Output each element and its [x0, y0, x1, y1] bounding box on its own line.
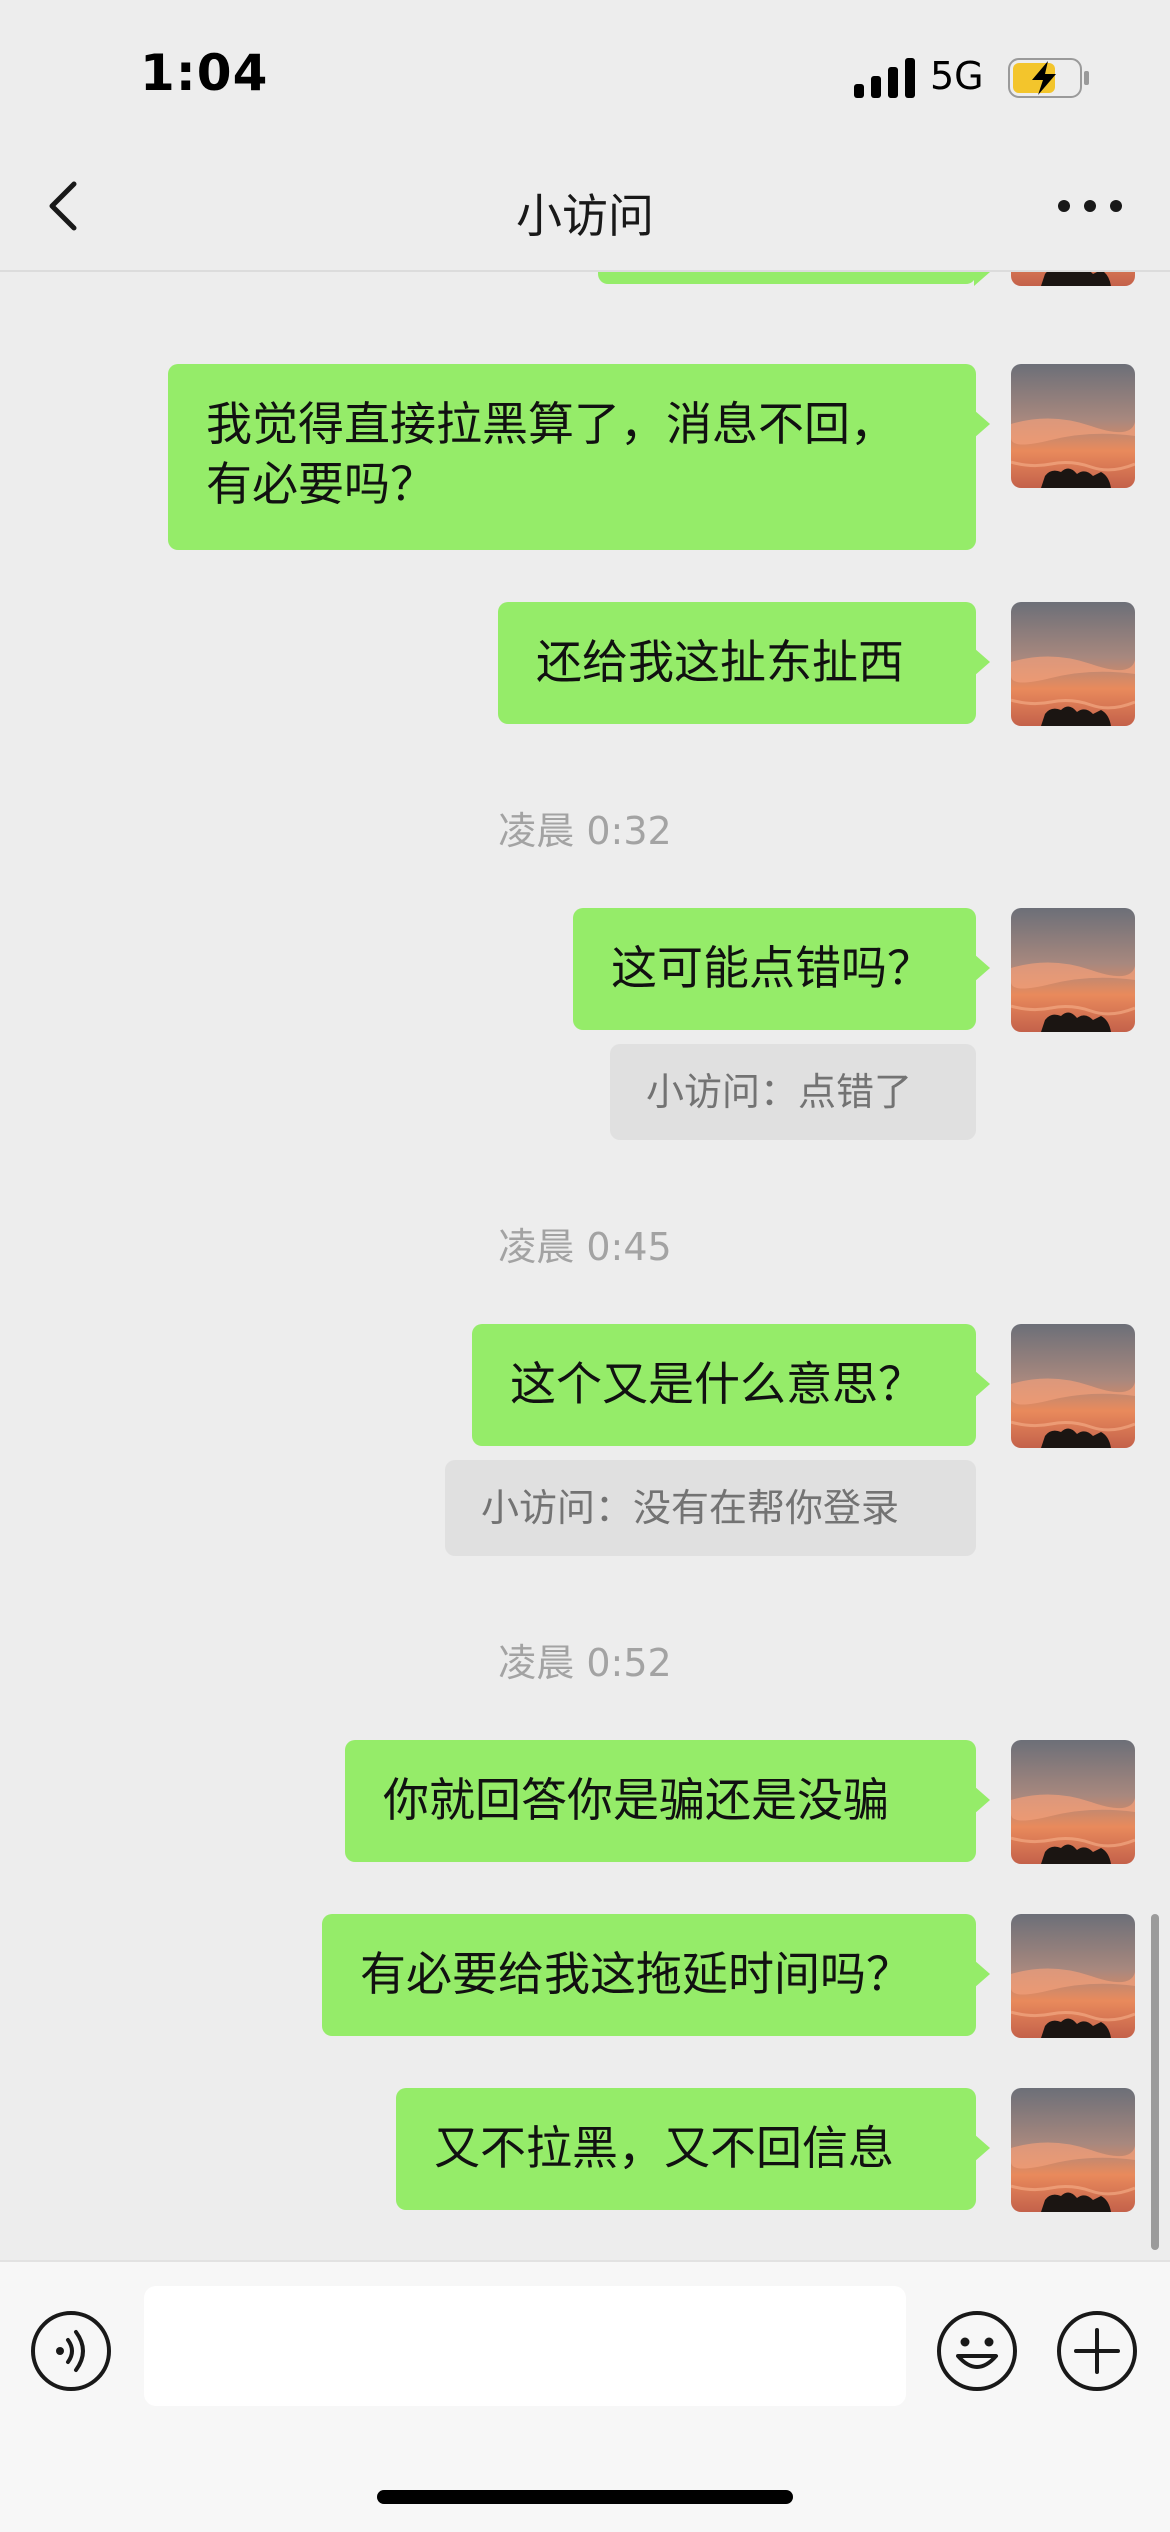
timestamp: 凌晨 0:32 — [498, 809, 672, 853]
message-text: 你就回答你是骗还是没骗 — [383, 1773, 889, 1827]
avatar[interactable] — [1011, 908, 1135, 1032]
more-dots-icon[interactable] — [1050, 186, 1130, 226]
status-time: 1:04 — [140, 44, 269, 102]
status-bar: 1:04 5G — [0, 0, 1170, 140]
message-bubble[interactable]: 又不拉黑，又不回信息 — [396, 2088, 990, 2210]
quoted-reply[interactable]: 小访问：点错了 — [610, 1044, 976, 1140]
message-text: 我觉得直接拉黑算了，消息不回， — [206, 397, 896, 451]
message-text: 这个又是什么意思？ — [510, 1357, 924, 1411]
message-text: 有必要给我这拖延时间吗？ — [360, 1947, 912, 2001]
message-text: 这可能点错吗？ — [611, 941, 933, 995]
message-bubble[interactable]: 我觉得直接拉黑算了，消息不回， 有必要吗？ — [168, 364, 990, 550]
home-indicator[interactable] — [377, 2490, 793, 2504]
navigation-bar: 小访问 — [0, 140, 1170, 272]
scroll-indicator[interactable] — [1151, 1914, 1159, 2250]
message-bubble[interactable]: 这可能点错吗？ — [573, 908, 990, 1030]
avatar[interactable] — [1011, 1324, 1135, 1448]
voice-icon[interactable] — [30, 2310, 112, 2392]
avatar[interactable] — [1011, 2088, 1135, 2212]
signal-bars-icon — [854, 58, 915, 98]
message-bubble-partial[interactable] — [598, 272, 990, 286]
avatar[interactable] — [1011, 1914, 1135, 2038]
chat-screen: 1:04 5G 小访问 我觉得直接拉黑算了，消息不回， 有必要吗？ 还给我这扯东… — [0, 0, 1170, 2532]
message-text: 有必要吗？ — [206, 457, 436, 511]
avatar[interactable] — [1011, 602, 1135, 726]
emoji-icon[interactable] — [936, 2310, 1018, 2392]
message-bubble[interactable]: 还给我这扯东扯西 — [498, 602, 990, 724]
network-type: 5G — [930, 54, 984, 98]
avatar[interactable] — [1011, 272, 1135, 286]
message-text: 还给我这扯东扯西 — [536, 635, 904, 689]
timestamp: 凌晨 0:52 — [498, 1641, 672, 1685]
timestamp: 凌晨 0:45 — [498, 1225, 672, 1269]
message-text: 又不拉黑，又不回信息 — [434, 2121, 894, 2175]
message-bubble[interactable]: 这个又是什么意思？ — [472, 1324, 990, 1446]
battery-charging-icon — [1008, 58, 1089, 98]
chat-title: 小访问 — [516, 189, 654, 243]
message-bubble[interactable]: 有必要给我这拖延时间吗？ — [322, 1914, 990, 2036]
message-input[interactable] — [144, 2286, 906, 2406]
avatar[interactable] — [1011, 364, 1135, 488]
plus-circle-icon[interactable] — [1056, 2310, 1138, 2392]
message-bubble[interactable]: 你就回答你是骗还是没骗 — [345, 1740, 990, 1862]
message-list[interactable]: 我觉得直接拉黑算了，消息不回， 有必要吗？ 还给我这扯东扯西 凌晨 0:32 这… — [0, 272, 1170, 2260]
quoted-reply[interactable]: 小访问：没有在帮你登录 — [445, 1460, 976, 1556]
avatar[interactable] — [1011, 1740, 1135, 1864]
